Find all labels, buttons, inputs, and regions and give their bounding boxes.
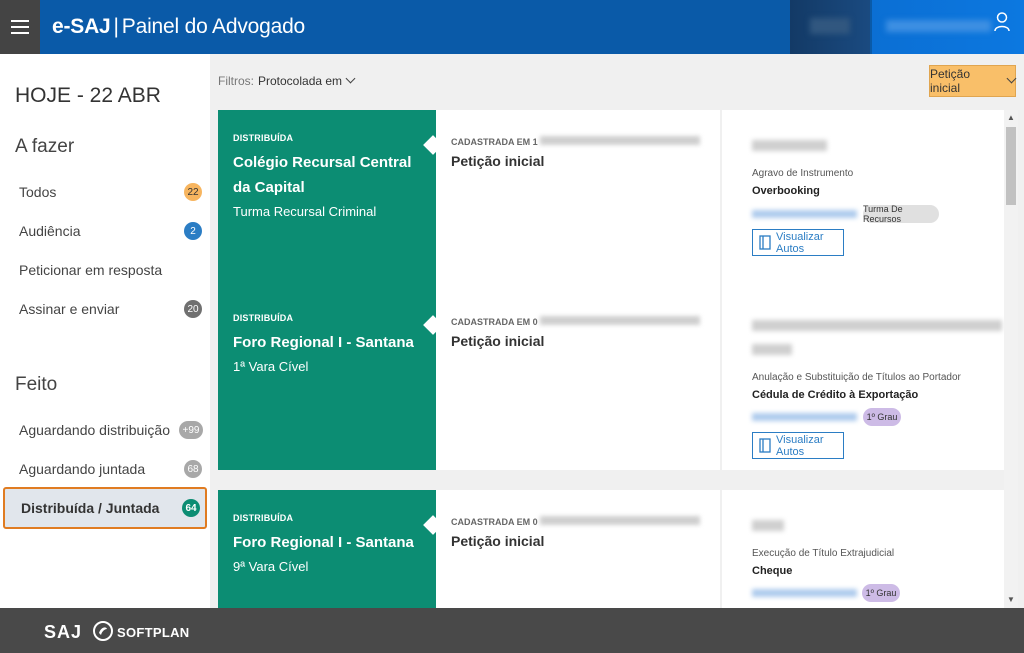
- petition-card[interactable]: DISTRIBUÍDA Foro Regional I - Santana 9ª…: [218, 490, 1004, 608]
- count-badge: 64: [182, 499, 200, 517]
- card-petition-info: CADASTRADA EM 0 Petição inicial: [451, 312, 711, 349]
- sidebar-item-assinar-e-enviar[interactable]: Assinar e enviar 20: [3, 290, 207, 328]
- court-division: Turma Recursal Criminal: [233, 204, 377, 219]
- card-process-info: Anulação e Substituição de Títulos ao Po…: [735, 290, 1002, 470]
- filter-dropdown[interactable]: Protocolada em: [258, 73, 356, 88]
- book-icon: [759, 438, 771, 453]
- process-subject: Cheque: [752, 565, 793, 577]
- view-process-button[interactable]: Visualizar Autos: [752, 432, 844, 459]
- instance-tag: 1º Grau: [862, 584, 900, 602]
- menu-button[interactable]: [0, 0, 40, 54]
- registered-label: CADASTRADA EM 0: [451, 517, 538, 527]
- instance-tag: Turma De Recursos: [863, 204, 939, 224]
- scrollbar-thumb[interactable]: [1006, 127, 1016, 205]
- app-subtitle: Painel do Advogado: [121, 15, 306, 38]
- card-court-panel: DISTRIBUÍDA Colégio Recursal Central da …: [218, 110, 436, 290]
- user-icon[interactable]: [994, 11, 1010, 33]
- filter-bar: Filtros: Protocolada em: [218, 73, 356, 88]
- filter-label: Filtros:: [218, 74, 254, 88]
- court-name: Foro Regional I - Santana 1ª Vara Cível: [233, 330, 423, 379]
- sidebar-item-peticionar-em-resposta[interactable]: Peticionar em resposta: [3, 251, 207, 289]
- redacted-party: [752, 520, 784, 531]
- done-section-title: Feito: [15, 374, 58, 395]
- process-class: Anulação e Substituição de Títulos ao Po…: [752, 372, 961, 383]
- sidebar-item-todos[interactable]: Todos 22: [3, 173, 207, 211]
- redacted-party: [752, 320, 1002, 331]
- status-label: DISTRIBUÍDA: [233, 133, 294, 143]
- saj-logo: SAJ: [44, 622, 83, 642]
- process-subject: Overbooking: [752, 185, 820, 197]
- scroll-up-icon[interactable]: ▲: [1007, 113, 1015, 122]
- count-badge: 2: [184, 222, 202, 240]
- count-badge: +99: [179, 421, 203, 439]
- court-division: 1ª Vara Cível: [233, 359, 309, 374]
- app-brand: e-SAJ: [52, 15, 111, 38]
- court-name: Foro Regional I - Santana 9ª Vara Cível: [233, 530, 423, 579]
- sidebar-item-aguardando-distribuicao[interactable]: Aguardando distribuição +99: [3, 411, 207, 449]
- petition-card[interactable]: DISTRIBUÍDA Colégio Recursal Central da …: [218, 110, 1004, 290]
- card-petition-info: CADASTRADA EM 0 Petição inicial: [451, 512, 711, 549]
- chevron-down-icon: [345, 73, 356, 84]
- footer: SAJ SOFTPLAN: [0, 608, 1024, 653]
- sidebar-item-audiencia[interactable]: Audiência 2: [3, 212, 207, 250]
- card-petition-info: CADASTRADA EM 1 Petição inicial: [451, 132, 711, 169]
- scroll-down-icon[interactable]: ▼: [1007, 595, 1015, 604]
- redacted-party: [752, 140, 827, 151]
- process-class: Execução de Título Extrajudicial: [752, 548, 895, 559]
- sidebar-item-distribuida-juntada[interactable]: Distribuída / Juntada 64: [3, 487, 207, 529]
- softplan-logo: SOFTPLAN: [117, 625, 190, 640]
- petition-card[interactable]: DISTRIBUÍDA Foro Regional I - Santana 1ª…: [218, 290, 1004, 470]
- app-title: e-SAJ | Painel do Advogado: [52, 15, 306, 38]
- process-subject: Cédula de Crédito à Exportação: [752, 389, 919, 401]
- todo-section-title: A fazer: [15, 136, 75, 157]
- book-icon: [759, 235, 771, 250]
- card-process-info: Execução de Título Extrajudicial Cheque …: [735, 490, 997, 608]
- petition-type: Petição inicial: [451, 333, 545, 349]
- process-number-link[interactable]: [752, 210, 857, 218]
- top-header: e-SAJ | Painel do Advogado: [0, 0, 1024, 54]
- chevron-down-icon: [1006, 73, 1017, 83]
- softplan-logo-icon: [93, 621, 113, 641]
- peticao-inicial-dropdown[interactable]: Petição inicial: [929, 65, 1017, 97]
- hamburger-icon: [11, 20, 29, 22]
- registered-label: CADASTRADA EM 1: [451, 137, 538, 147]
- registered-label: CADASTRADA EM 0: [451, 317, 538, 327]
- process-number-link[interactable]: [752, 413, 857, 421]
- today-date: HOJE - 22 ABR: [15, 84, 161, 107]
- count-badge: 22: [184, 183, 202, 201]
- process-class: Agravo de Instrumento: [752, 168, 854, 179]
- card-court-panel: DISTRIBUÍDA Foro Regional I - Santana 1ª…: [218, 290, 436, 470]
- instance-tag: 1º Grau: [863, 408, 901, 426]
- process-number-link[interactable]: [752, 589, 857, 597]
- petition-type: Petição inicial: [451, 153, 545, 169]
- sidebar: HOJE - 22 ABR A fazer Todos 22 Audiência…: [0, 54, 210, 608]
- sidebar-item-aguardando-juntada[interactable]: Aguardando juntada 68: [3, 450, 207, 488]
- header-redacted-block: [790, 0, 870, 54]
- status-label: DISTRIBUÍDA: [233, 313, 294, 323]
- card-court-panel: DISTRIBUÍDA Foro Regional I - Santana 9ª…: [218, 490, 436, 608]
- court-division: 9ª Vara Cível: [233, 559, 309, 574]
- count-badge: 20: [184, 300, 202, 318]
- petition-type: Petição inicial: [451, 533, 545, 549]
- court-name: Colégio Recursal Central da Capital Turm…: [233, 150, 423, 224]
- card-process-info: Agravo de Instrumento Overbooking Turma …: [735, 110, 997, 290]
- view-process-button[interactable]: Visualizar Autos: [752, 229, 844, 256]
- status-label: DISTRIBUÍDA: [233, 513, 294, 523]
- count-badge: 68: [184, 460, 202, 478]
